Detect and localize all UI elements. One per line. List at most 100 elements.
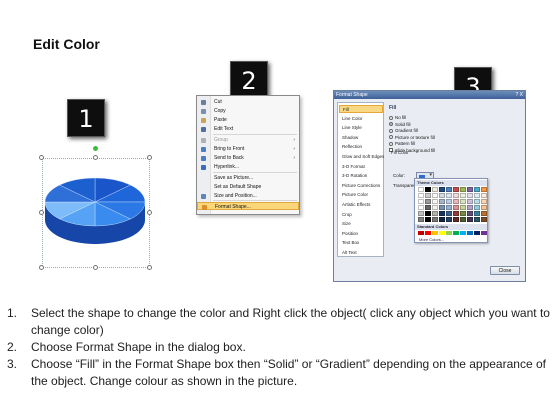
nav-item-shadow[interactable]: Shadow [339, 134, 383, 142]
theme-color-swatch[interactable] [439, 217, 445, 222]
theme-color-swatch[interactable] [453, 193, 459, 198]
resize-handle-tr[interactable] [147, 155, 152, 160]
theme-color-swatch[interactable] [467, 205, 473, 210]
nav-item-artistic-effects[interactable]: Artistic Effects [339, 201, 383, 209]
theme-color-swatch[interactable] [474, 217, 480, 222]
theme-color-swatch[interactable] [425, 205, 431, 210]
theme-color-swatch[interactable] [460, 217, 466, 222]
theme-color-swatch[interactable] [481, 187, 487, 192]
theme-color-swatch[interactable] [439, 211, 445, 216]
theme-color-swatch[interactable] [460, 187, 466, 192]
nav-item-fill[interactable]: Fill [339, 105, 383, 113]
nav-item-3-d-format[interactable]: 3-D Format [339, 163, 383, 171]
theme-color-swatch[interactable] [460, 211, 466, 216]
theme-color-swatch[interactable] [432, 193, 438, 198]
theme-color-swatch[interactable] [460, 205, 466, 210]
menu-item-size-and-position[interactable]: Size and Position... [197, 192, 299, 200]
theme-color-swatch[interactable] [453, 187, 459, 192]
nav-item-size[interactable]: Size [339, 220, 383, 228]
theme-color-swatch[interactable] [439, 187, 445, 192]
theme-color-swatch[interactable] [425, 211, 431, 216]
theme-color-swatch[interactable] [467, 211, 473, 216]
theme-color-swatch[interactable] [446, 187, 452, 192]
theme-color-swatch[interactable] [481, 211, 487, 216]
nav-item-picture-color[interactable]: Picture Color [339, 191, 383, 199]
standard-color-swatch[interactable] [432, 231, 438, 235]
theme-color-swatch[interactable] [467, 217, 473, 222]
theme-color-swatch[interactable] [425, 217, 431, 222]
theme-color-swatch[interactable] [432, 211, 438, 216]
nav-item-reflection[interactable]: Reflection [339, 143, 383, 151]
nav-item-text-box[interactable]: Text Box [339, 239, 383, 247]
theme-color-swatch[interactable] [453, 211, 459, 216]
theme-color-swatch[interactable] [446, 193, 452, 198]
theme-color-swatch[interactable] [432, 199, 438, 204]
menu-item-copy[interactable]: Copy [197, 107, 299, 115]
nav-item-3-d-rotation[interactable]: 3-D Rotation [339, 172, 383, 180]
dialog-window-buttons[interactable]: ? X [515, 92, 523, 98]
nav-item-alt-text[interactable]: Alt Text [339, 249, 383, 257]
theme-color-swatch[interactable] [432, 187, 438, 192]
nav-item-position[interactable]: Position [339, 230, 383, 238]
standard-color-swatch[interactable] [474, 231, 480, 235]
standard-color-swatch[interactable] [460, 231, 466, 235]
theme-color-swatch[interactable] [432, 205, 438, 210]
theme-color-swatch[interactable] [467, 193, 473, 198]
theme-color-swatch[interactable] [460, 199, 466, 204]
menu-item-set-as-default-shape[interactable]: Set as Default Shape [197, 183, 299, 191]
menu-item-cut[interactable]: Cut [197, 98, 299, 106]
menu-item-send-to-back[interactable]: Send to Back › [197, 154, 299, 162]
theme-color-swatch[interactable] [467, 187, 473, 192]
standard-color-swatch[interactable] [453, 231, 459, 235]
theme-color-swatch[interactable] [418, 205, 424, 210]
theme-color-swatch[interactable] [418, 199, 424, 204]
menu-item-save-as-picture[interactable]: Save as Picture... [197, 174, 299, 182]
nav-item-picture-corrections[interactable]: Picture Corrections [339, 182, 383, 190]
rotation-handle[interactable] [93, 146, 98, 151]
theme-color-swatch[interactable] [474, 211, 480, 216]
theme-color-swatch[interactable] [481, 199, 487, 204]
theme-color-swatch[interactable] [446, 199, 452, 204]
menu-item-group[interactable]: Group › [197, 136, 299, 144]
standard-color-swatch[interactable] [467, 231, 473, 235]
close-button[interactable]: Close [490, 266, 520, 275]
theme-color-swatch[interactable] [453, 199, 459, 204]
standard-color-swatch[interactable] [439, 231, 445, 235]
theme-color-swatch[interactable] [432, 217, 438, 222]
theme-color-swatch[interactable] [481, 193, 487, 198]
resize-handle-tl[interactable] [39, 155, 44, 160]
theme-color-swatch[interactable] [467, 199, 473, 204]
theme-color-swatch[interactable] [453, 205, 459, 210]
theme-color-swatch[interactable] [418, 187, 424, 192]
theme-color-swatch[interactable] [418, 217, 424, 222]
resize-handle-br[interactable] [147, 265, 152, 270]
more-colors-link[interactable]: More Colors... [419, 237, 444, 242]
theme-color-swatch[interactable] [439, 205, 445, 210]
resize-handle-tm[interactable] [93, 155, 98, 160]
theme-color-swatch[interactable] [460, 193, 466, 198]
standard-color-swatch[interactable] [418, 231, 424, 235]
standard-color-swatch[interactable] [481, 231, 487, 235]
nav-item-glow-and-soft-edges[interactable]: Glow and Soft Edges [339, 153, 384, 161]
nav-item-crop[interactable]: Crop [339, 211, 383, 219]
theme-color-swatch[interactable] [425, 187, 431, 192]
theme-color-swatch[interactable] [474, 193, 480, 198]
theme-color-swatch[interactable] [453, 217, 459, 222]
menu-item-bring-to-front[interactable]: Bring to Front › [197, 145, 299, 153]
theme-color-swatch[interactable] [418, 211, 424, 216]
resize-handle-bl[interactable] [39, 265, 44, 270]
resize-handle-bm[interactable] [93, 265, 98, 270]
menu-item-edit-text[interactable]: Edit Text [197, 125, 299, 133]
theme-color-swatch[interactable] [425, 193, 431, 198]
theme-color-swatch[interactable] [439, 199, 445, 204]
theme-color-swatch[interactable] [418, 193, 424, 198]
theme-color-swatch[interactable] [439, 193, 445, 198]
theme-color-swatch[interactable] [446, 217, 452, 222]
menu-item-paste[interactable]: Paste [197, 116, 299, 124]
theme-color-swatch[interactable] [481, 205, 487, 210]
theme-color-swatch[interactable] [474, 205, 480, 210]
theme-color-swatch[interactable] [425, 199, 431, 204]
nav-item-line-style[interactable]: Line Style [339, 124, 383, 132]
theme-color-swatch[interactable] [481, 217, 487, 222]
theme-color-swatch[interactable] [446, 211, 452, 216]
